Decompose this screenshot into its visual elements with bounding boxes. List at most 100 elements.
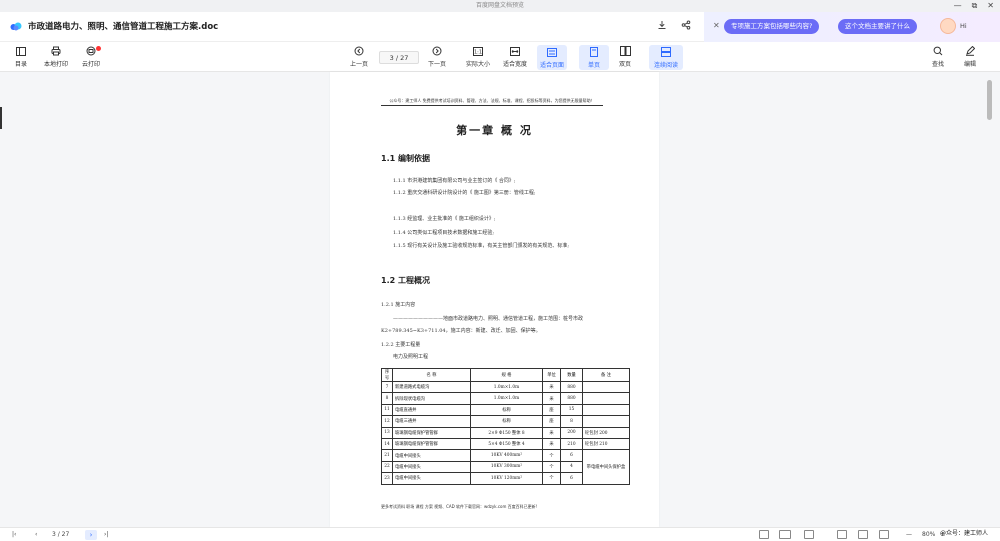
table-cell: 880: [560, 392, 583, 405]
ai-suggestion-chip[interactable]: 专项施工方案包括哪些内容?: [724, 19, 820, 34]
table-cell: 14: [381, 437, 393, 451]
fit-width-view-icon[interactable]: [858, 530, 868, 539]
window-controls: — ⧉ ✕: [954, 0, 994, 12]
page-number-input[interactable]: 3 / 27: [379, 51, 419, 64]
pencil-icon: [964, 45, 976, 57]
download-icon[interactable]: [657, 20, 667, 33]
continuous-reading-button[interactable]: 连续阅读: [649, 45, 683, 70]
double-page-label: 双页: [618, 61, 631, 68]
ai-greeting[interactable]: Hi: [960, 22, 967, 30]
table-cell: 21: [381, 449, 393, 462]
fit-width-label: 适合宽度: [502, 61, 527, 68]
next-page-button[interactable]: 下一页: [422, 45, 452, 68]
table-cell: 带电缆中间头保护盒: [582, 449, 630, 485]
actual-size-view-icon[interactable]: [837, 530, 847, 539]
table-cell: 8: [381, 392, 393, 405]
next-page-icon[interactable]: ›: [85, 530, 97, 540]
table-cell: 7: [381, 380, 393, 394]
paragraph: ——————————地面市政道路电力、照明、通信管道工程，施工范围：桩号市政 K…: [381, 316, 584, 334]
table-cell: 5×4 Φ150 整体 4: [470, 437, 543, 451]
close-icon[interactable]: ✕: [987, 0, 994, 12]
table-cell: 米: [542, 380, 561, 394]
arrow-down-circle-icon: [431, 45, 443, 57]
table-cell: 电缆中间接头: [392, 472, 471, 485]
table-cell: 个: [542, 449, 561, 462]
cloud-print-button[interactable]: 云打印: [76, 45, 106, 68]
table-cell: 10KV 400mm²: [470, 449, 543, 462]
fit-width-button[interactable]: 适合宽度: [500, 45, 530, 68]
table-cell: 砼包封 200: [582, 426, 630, 439]
table-cell: 880: [560, 380, 583, 394]
fit-page-button[interactable]: 适合页面: [537, 45, 567, 70]
last-page-icon[interactable]: ›|: [104, 531, 108, 538]
table-cell: 15: [560, 403, 583, 417]
ai-assistant-panel: ✕ 专项施工方案包括哪些内容? 这个文档主要讲了什么 Hi: [704, 12, 1000, 42]
vertical-scrollbar[interactable]: [987, 80, 992, 120]
window-titlebar: 百度网盘文档预览 — ⧉ ✕: [0, 0, 1000, 12]
prev-page-icon[interactable]: ‹: [35, 531, 37, 538]
table-header-cell: 单位: [542, 368, 561, 382]
chapter-title: 第一章 概 况: [456, 124, 533, 137]
table-cell: 13: [381, 426, 393, 439]
edit-button[interactable]: 编辑: [955, 45, 985, 68]
table-cell: 拆除现状电缆沟: [392, 392, 471, 405]
table-cell: 6: [560, 472, 583, 485]
first-page-icon[interactable]: |‹: [12, 531, 16, 538]
baidu-netdisk-logo-icon: [10, 22, 22, 31]
table-cell: 玻璃钢电缆保护管管群: [392, 426, 471, 439]
single-view-icon[interactable]: [759, 530, 769, 539]
paragraph: 1.1.1 市洪港建筑集团有限公司与业主签订的《 合同》;: [393, 178, 516, 184]
double-page-icon: [619, 45, 631, 57]
document-page: 公众号：建工师人 免费提供考试培训资料、管理、方法、法规、标准、课程、招投标等资…: [330, 72, 659, 527]
top-actions: [657, 20, 691, 33]
share-icon[interactable]: [681, 20, 691, 33]
notification-dot: [96, 46, 101, 51]
ai-close-icon[interactable]: ✕: [713, 21, 720, 30]
actual-size-button[interactable]: 1:1 实际大小: [463, 45, 493, 68]
prev-page-button[interactable]: 上一页: [344, 45, 374, 68]
zoom-out-icon[interactable]: —: [906, 531, 912, 538]
subsection-heading: 1.2.1 施工内容: [381, 302, 416, 308]
table-cell: 电缆中间接头: [392, 460, 471, 474]
continuous-reading-icon: [660, 46, 672, 58]
ai-suggestion-chip[interactable]: 这个文档主要讲了什么: [838, 19, 917, 34]
toc-button[interactable]: 目录: [6, 45, 36, 68]
viewer-toolbar: 目录 本地打印 云打印 上一页 3 / 27 下一页 1:1 实际大小 适合宽度…: [0, 42, 1000, 72]
paragraph: 1.1.5 现行有关设计及施工验收规范标准，有关主管部门颁发的有关规范、标准;: [393, 243, 569, 249]
table-header-row: 序号 名 称 规 格 单位 数量 备 注: [381, 368, 630, 382]
table-cell: 新建道路式电缆沟: [392, 380, 471, 394]
actual-size-icon: 1:1: [472, 45, 484, 57]
zoom-level[interactable]: 80%: [922, 531, 935, 538]
restore-icon[interactable]: ⧉: [972, 0, 978, 12]
table-cell: 10KV 300mm²: [470, 460, 543, 474]
table-header-cell: 数量: [560, 368, 583, 382]
double-page-button[interactable]: 双页: [610, 45, 640, 68]
table-row: 13 玻璃钢电缆保护管管群 2×9 Φ150 整体 8 米 200 砼包封 20…: [381, 426, 630, 439]
table-cell: 6: [560, 449, 583, 462]
continuous-view-icon[interactable]: [804, 530, 814, 539]
table-cell: [582, 380, 630, 394]
watermark-text: @众号：建工师人: [940, 530, 989, 537]
fit-page-view-icon[interactable]: [879, 530, 889, 539]
minimize-icon[interactable]: —: [954, 0, 962, 12]
find-button[interactable]: 查找: [923, 45, 953, 68]
document-title: 市政道路电力、照明、通信管道工程施工方案.doc: [28, 22, 219, 32]
prev-page-label: 上一页: [349, 61, 368, 68]
table-cell: 个: [542, 472, 561, 485]
table-row: 7 新建道路式电缆沟 1.0m×1.0m 米 880: [381, 380, 630, 394]
sidebar-handle[interactable]: [0, 107, 2, 129]
table-cell: 座: [542, 403, 561, 417]
printer-icon: [50, 45, 62, 57]
double-view-icon[interactable]: [779, 530, 791, 539]
ai-avatar-icon[interactable]: [940, 18, 956, 34]
local-print-button[interactable]: 本地打印: [41, 45, 71, 68]
fit-page-icon: [546, 46, 558, 58]
local-print-label: 本地打印: [43, 61, 68, 68]
table-header-cell: 名 称: [392, 368, 471, 382]
next-page-label: 下一页: [427, 61, 446, 68]
status-page-indicator[interactable]: 3 / 27: [52, 531, 69, 538]
table-header-cell: 规 格: [470, 368, 543, 382]
table-cell: 1.0m×1.0m: [470, 392, 543, 405]
continuous-reading-label: 连续阅读: [653, 62, 678, 69]
single-page-button[interactable]: 单页: [579, 45, 609, 70]
